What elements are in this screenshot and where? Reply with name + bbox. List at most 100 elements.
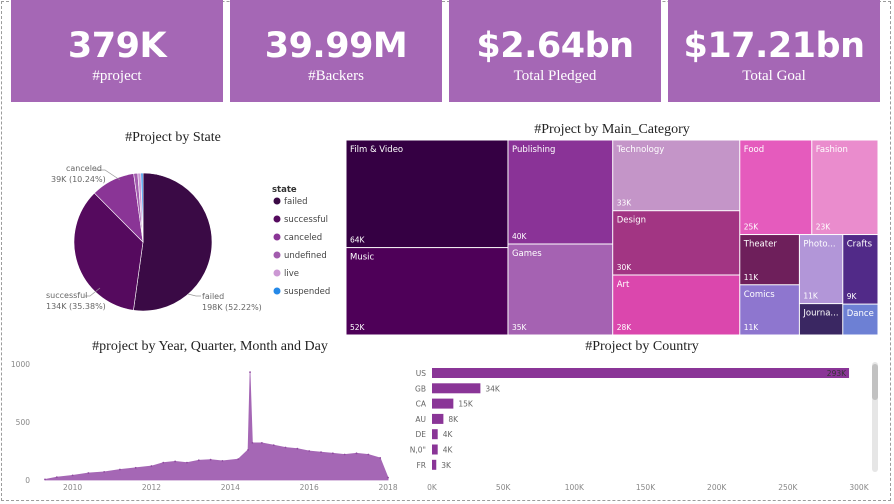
area-chart[interactable]: 0 500 1000 2010 2012 2014 2016 2018 bbox=[0, 355, 400, 495]
treemap-label: Publishing bbox=[512, 145, 555, 155]
callout-failed-value: 198K (52.22%) bbox=[202, 303, 262, 312]
legend-marker-suspended bbox=[273, 287, 281, 295]
treemap-tile-games[interactable]: Games 35K bbox=[508, 244, 613, 335]
legend-label-successful[interactable]: successful bbox=[284, 215, 328, 225]
x-tick-label: 50K bbox=[496, 483, 512, 492]
scrollbar-thumb[interactable] bbox=[872, 364, 878, 400]
treemap-tile-food[interactable]: Food 25K bbox=[740, 140, 812, 235]
area-point[interactable] bbox=[249, 371, 251, 374]
treemap-value: 11K bbox=[744, 273, 760, 282]
bar-ca[interactable] bbox=[432, 398, 454, 409]
category-label: N,0" bbox=[410, 446, 426, 455]
legend-label-canceled[interactable]: canceled bbox=[284, 233, 322, 243]
legend-label-live[interactable]: live bbox=[284, 269, 299, 279]
area-point[interactable] bbox=[379, 457, 382, 459]
pie-chart[interactable]: canceled 39K (10.24%) successful 134K (3… bbox=[0, 150, 340, 330]
area-point[interactable] bbox=[186, 461, 188, 464]
area-point[interactable] bbox=[284, 446, 287, 449]
area-point[interactable] bbox=[162, 461, 165, 464]
treemap-label: Food bbox=[744, 145, 764, 155]
bar-value-label: 3K bbox=[441, 461, 452, 470]
area-point[interactable] bbox=[87, 472, 90, 474]
area-point[interactable] bbox=[209, 458, 212, 461]
callout-canceled-value: 39K (10.24%) bbox=[51, 175, 106, 184]
pie-legend: failed successful canceled undefined live sus… bbox=[273, 197, 330, 297]
area-point[interactable] bbox=[71, 474, 74, 477]
treemap-tile-crafts[interactable]: Crafts 9K bbox=[843, 235, 878, 304]
area-point[interactable] bbox=[174, 460, 177, 463]
area-point[interactable] bbox=[308, 450, 311, 452]
area-point[interactable] bbox=[103, 470, 106, 473]
y-tick-label: 1000 bbox=[11, 360, 30, 369]
country-bar-chart[interactable]: US 293K GB 34K CA 15K AU 8K DE 4K N,0" 4K FR 3K 0K 50K 1… bbox=[400, 355, 870, 495]
area-point[interactable] bbox=[331, 452, 334, 455]
bar-au[interactable] bbox=[432, 413, 444, 424]
pie-chart-title: #Project by State bbox=[125, 130, 221, 145]
treemap-tile-design[interactable]: Design 30K bbox=[613, 211, 740, 275]
treemap-tile-comics[interactable]: Comics 11K bbox=[740, 285, 799, 335]
legend-marker-canceled bbox=[273, 233, 281, 241]
bar-chart-scrollbar[interactable] bbox=[872, 362, 878, 472]
category-label: FR bbox=[416, 461, 426, 470]
kpi-card-pledged[interactable]: $2.64bn Total Pledged bbox=[449, 0, 661, 102]
area-point[interactable] bbox=[387, 476, 389, 479]
treemap-tile-dance[interactable]: Dance bbox=[843, 304, 878, 335]
bar-gb[interactable] bbox=[432, 383, 481, 394]
x-tick-label: 2014 bbox=[221, 483, 240, 492]
legend-label-failed[interactable]: failed bbox=[284, 197, 308, 207]
area-point[interactable] bbox=[44, 478, 46, 481]
x-tick-label: 2012 bbox=[142, 483, 161, 492]
area-point[interactable] bbox=[296, 447, 299, 450]
treemap-tile-music[interactable]: Music 52K bbox=[346, 248, 508, 335]
bar-fr[interactable] bbox=[432, 459, 437, 470]
kpi-value: 379K bbox=[67, 26, 167, 66]
bar-us[interactable] bbox=[432, 368, 850, 378]
treemap-tile-photo[interactable]: Photo... 11K bbox=[799, 235, 843, 304]
treemap-value: 25K bbox=[744, 223, 760, 232]
treemap-tile-journa[interactable]: Journa... bbox=[799, 304, 843, 335]
area-point[interactable] bbox=[355, 452, 358, 455]
legend-label-suspended[interactable]: suspended bbox=[284, 287, 330, 297]
treemap-value: 9K bbox=[847, 292, 858, 301]
area-point[interactable] bbox=[150, 465, 153, 467]
area-point[interactable] bbox=[260, 441, 263, 444]
category-label: US bbox=[416, 369, 426, 378]
treemap-value: 35K bbox=[512, 323, 528, 332]
treemap-tile-fashion[interactable]: Fashion 23K bbox=[812, 140, 878, 235]
treemap-chart[interactable]: Film & Video 64K Music 52K Publishing 40K Game… bbox=[346, 140, 879, 335]
treemap-tile-art[interactable]: Art 28K bbox=[613, 275, 740, 335]
x-tick-label: 100K bbox=[565, 483, 585, 492]
kpi-card-goal[interactable]: $17.21bn Total Goal bbox=[668, 0, 880, 102]
area-point[interactable] bbox=[272, 444, 275, 447]
area-point[interactable] bbox=[221, 459, 224, 462]
treemap-tile-publishing[interactable]: Publishing 40K bbox=[508, 140, 613, 244]
area-point[interactable] bbox=[367, 453, 370, 456]
pie-slice-failed[interactable] bbox=[133, 172, 213, 312]
area-point[interactable] bbox=[320, 451, 322, 454]
area-point[interactable] bbox=[247, 448, 249, 451]
bar-value-label: 34K bbox=[485, 384, 501, 393]
area-point[interactable] bbox=[55, 476, 58, 478]
x-tick-label: 200K bbox=[707, 483, 727, 492]
bar-de[interactable] bbox=[432, 429, 438, 440]
treemap-title: #Project by Main_Category bbox=[534, 122, 690, 137]
treemap-tile-technology[interactable]: Technology 33K bbox=[613, 140, 740, 211]
legend-label-undefined[interactable]: undefined bbox=[284, 251, 327, 261]
treemap-value: 52K bbox=[350, 323, 366, 332]
area-point[interactable] bbox=[237, 458, 240, 461]
area-point[interactable] bbox=[119, 468, 121, 471]
kpi-card-backers[interactable]: 39.99M #Backers bbox=[230, 0, 442, 102]
treemap-label: Music bbox=[350, 253, 375, 263]
callout-canceled-name: canceled bbox=[66, 164, 102, 173]
area-point[interactable] bbox=[251, 441, 254, 444]
kpi-card-projects[interactable]: 379K #project bbox=[11, 0, 223, 102]
area-point[interactable] bbox=[343, 453, 346, 456]
area-point[interactable] bbox=[197, 459, 200, 462]
bar-n-0[interactable] bbox=[432, 444, 438, 455]
treemap-label: Comics bbox=[744, 290, 775, 300]
callout-successful-name: successful bbox=[46, 291, 87, 300]
area-series[interactable] bbox=[44, 372, 389, 481]
treemap-tile-film-video[interactable]: Film & Video 64K bbox=[346, 140, 508, 248]
treemap-tile-theater[interactable]: Theater 11K bbox=[740, 235, 799, 285]
area-point[interactable] bbox=[134, 466, 137, 469]
